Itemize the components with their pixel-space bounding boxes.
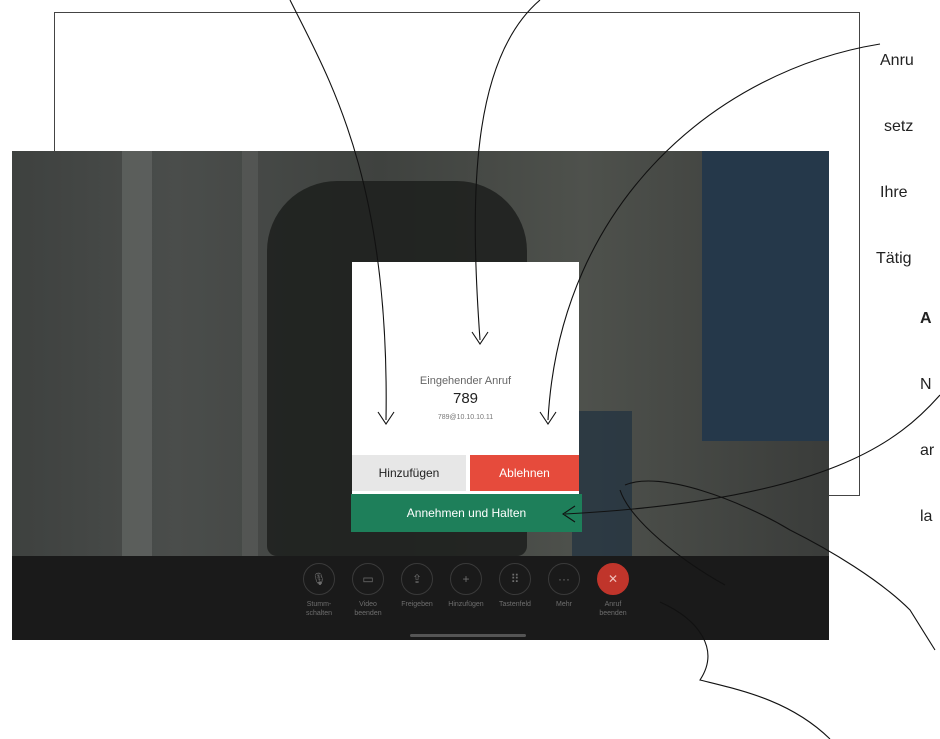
accept-and-hold-button[interactable]: Annehmen und Halten	[351, 494, 582, 532]
camera-icon: ▭	[362, 572, 374, 586]
stop-video-label: Video beenden	[354, 601, 382, 617]
mute-button[interactable]: 🎙	[303, 563, 335, 595]
wall-panel-decoration	[702, 151, 829, 441]
plus-icon: +	[462, 572, 470, 586]
keypad-button[interactable]: ⠿	[499, 563, 531, 595]
callout-line: N	[920, 376, 932, 393]
shelf-decoration	[572, 411, 632, 556]
call-toolbar: 🎙 Stumm- schalten ▭ Video beenden ⇪ Frei…	[12, 556, 829, 640]
home-indicator	[410, 634, 526, 637]
more-icon: ···	[558, 572, 570, 586]
keypad-label: Tastenfeld	[499, 601, 531, 608]
callout-line: la	[920, 508, 933, 525]
add-call-button[interactable]: Hinzufügen	[352, 455, 466, 491]
incoming-call-dialog: Eingehender Anruf 789 789@10.10.10.11 Hi…	[352, 262, 579, 494]
callout-text-top: Anru setz Ihre Tätig	[876, 6, 914, 292]
window-frame-decoration-2	[242, 151, 258, 556]
end-call-button[interactable]: ✕	[597, 563, 629, 595]
dialog-title: Eingehender Anruf	[419, 375, 512, 387]
share-button[interactable]: ⇪	[401, 563, 433, 595]
callout-line: Anru	[880, 52, 914, 69]
callout-line: Tätig	[876, 250, 912, 267]
mute-label: Stumm- schalten	[305, 601, 333, 617]
share-label: Freigeben	[401, 601, 433, 608]
stop-video-button[interactable]: ▭	[352, 563, 384, 595]
window-frame-decoration	[122, 151, 152, 556]
caller-address: 789@10.10.10.11	[437, 414, 494, 421]
callout-text-right: A N ar la	[920, 264, 934, 550]
end-call-icon: ✕	[607, 572, 619, 586]
callout-line: setz	[884, 118, 914, 135]
callout-heading: A	[920, 310, 932, 327]
end-call-label: Anruf beenden	[599, 601, 627, 617]
callout-line: Ihre	[880, 184, 908, 201]
caller-number: 789	[452, 390, 479, 407]
microphone-icon: 🎙	[311, 572, 327, 586]
keypad-icon: ⠿	[510, 572, 520, 586]
add-button[interactable]: +	[450, 563, 482, 595]
callout-line: ar	[920, 442, 935, 459]
share-icon: ⇪	[411, 572, 423, 586]
decline-button[interactable]: Ablehnen	[470, 455, 579, 491]
add-label: Hinzufügen	[448, 601, 484, 608]
more-button[interactable]: ···	[548, 563, 580, 595]
more-label: Mehr	[556, 601, 572, 608]
